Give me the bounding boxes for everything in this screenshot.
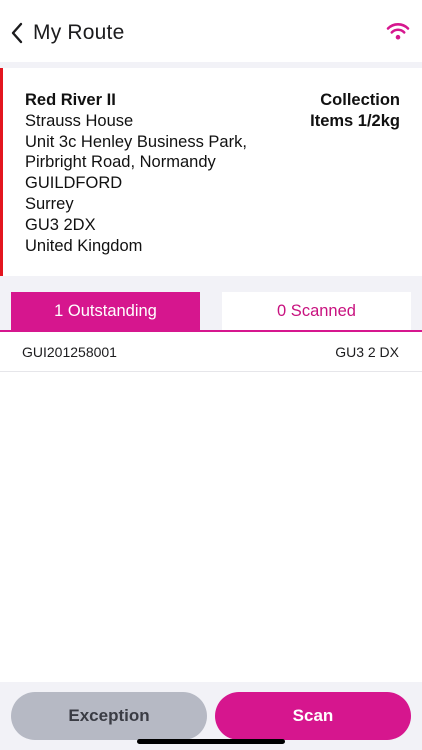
address-line: GU3 2DX [25, 215, 96, 234]
job-type: Collection [320, 91, 400, 109]
address-name: Red River II [25, 91, 116, 109]
header: My Route [0, 0, 422, 62]
home-indicator [137, 739, 285, 744]
parcel-postcode: GU3 2 DX [335, 344, 399, 360]
address-line: Strauss House [25, 111, 134, 130]
address-line: Unit 3c Henley Business Park, [25, 132, 247, 151]
address-line: GUILDFORD [25, 174, 123, 193]
parcel-code: GUI201258001 [22, 344, 117, 360]
back-button[interactable]: My Route [6, 16, 136, 50]
scan-button[interactable]: Scan [215, 692, 411, 740]
address-card: Red River II Strauss House Unit 3c Henle… [0, 68, 422, 276]
page-title: My Route [33, 21, 125, 44]
address-line: United Kingdom [25, 236, 143, 255]
address-block: Red River II Strauss House Unit 3c Henle… [25, 90, 247, 256]
tab-scanned[interactable]: 0 Scanned [222, 292, 411, 330]
list-item[interactable]: GUI201258001 GU3 2 DX [0, 332, 422, 372]
tab-outstanding[interactable]: 1 Outstanding [11, 292, 200, 330]
collection-info: Collection Items 1/2kg [310, 90, 400, 132]
address-line: Pirbright Road, Normandy [25, 153, 216, 172]
parcel-list: GUI201258001 GU3 2 DX [0, 332, 422, 682]
exception-button[interactable]: Exception [11, 692, 207, 740]
tab-bar: 1 Outstanding 0 Scanned [0, 292, 422, 332]
chevron-left-icon [6, 20, 28, 46]
wifi-icon [386, 20, 410, 42]
address-line: Surrey [25, 194, 74, 213]
screen: My Route Red River II Strauss House Unit… [0, 0, 422, 750]
item-summary: Items 1/2kg [310, 111, 400, 130]
